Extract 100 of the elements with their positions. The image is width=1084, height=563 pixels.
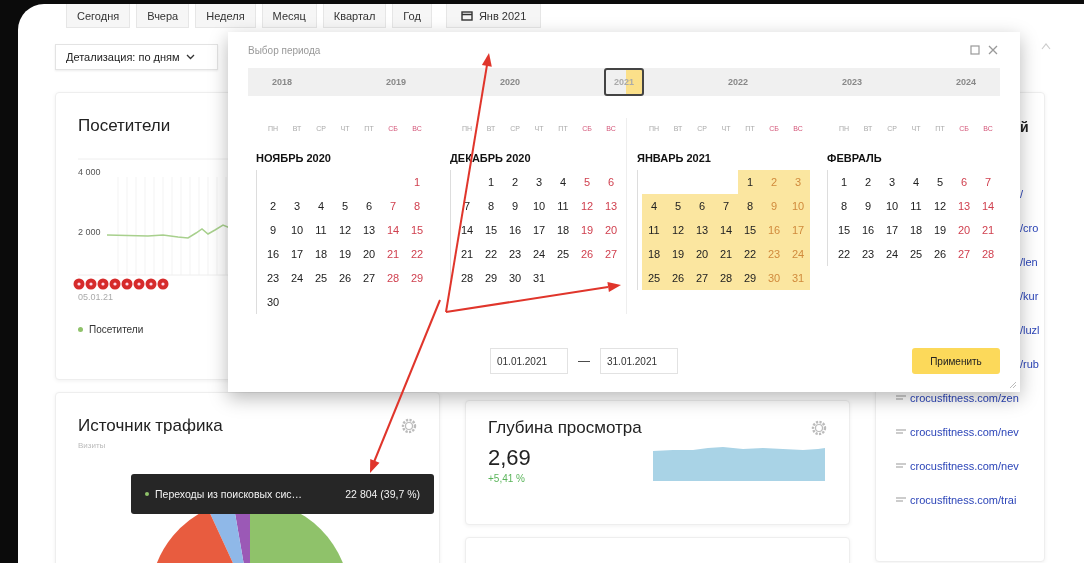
calendar-day[interactable]: 8 [405,194,429,218]
url-link[interactable]: / [1020,188,1024,200]
calendar-day[interactable]: 4 [904,170,928,194]
calendar-day[interactable]: 2 [261,194,285,218]
calendar-day[interactable]: 17 [285,242,309,266]
url-link[interactable]: /kur [1020,290,1039,302]
calendar-day[interactable]: 15 [405,218,429,242]
calendar-day[interactable]: 21 [455,242,479,266]
calendar-day[interactable]: 25 [551,242,575,266]
calendar-day[interactable]: 22 [738,242,762,266]
calendar-day[interactable]: 11 [904,194,928,218]
calendar-day[interactable]: 14 [455,218,479,242]
detail-dropdown[interactable]: Детализация: по дням [55,44,218,70]
calendar-day[interactable]: 1 [479,170,503,194]
calendar-day[interactable]: 26 [575,242,599,266]
calendar-day[interactable]: 12 [666,218,690,242]
calendar-day[interactable]: 6 [690,194,714,218]
calendar-day[interactable]: 13 [357,218,381,242]
calendar-day[interactable]: 18 [642,242,666,266]
calendar-day[interactable]: 15 [738,218,762,242]
calendar-day[interactable]: 24 [527,242,551,266]
calendar-day[interactable]: 10 [285,218,309,242]
calendar-day[interactable]: 26 [333,266,357,290]
calendar-day[interactable]: 27 [357,266,381,290]
calendar-day[interactable]: 20 [599,218,623,242]
url-link[interactable]: /rub [1020,358,1039,370]
calendar-day[interactable]: 6 [357,194,381,218]
calendar-day[interactable]: 6 [599,170,623,194]
calendar-day[interactable]: 21 [714,242,738,266]
calendar-day[interactable]: 22 [405,242,429,266]
calendar-day[interactable]: 5 [575,170,599,194]
calendar-day[interactable]: 25 [642,266,666,290]
calendar-day[interactable]: 4 [551,170,575,194]
calendar-day[interactable]: 23 [856,242,880,266]
calendar-day[interactable]: 9 [261,218,285,242]
calendar-day[interactable]: 2 [856,170,880,194]
calendar-day[interactable]: 4 [309,194,333,218]
calendar-day[interactable]: 27 [952,242,976,266]
calendar-day[interactable]: 9 [503,194,527,218]
calendar-day[interactable]: 26 [928,242,952,266]
url-link[interactable]: /luzl [1020,324,1040,336]
calendar-day[interactable]: 18 [551,218,575,242]
calendar-day[interactable]: 19 [666,242,690,266]
calendar-day[interactable]: 1 [832,170,856,194]
date-from-field[interactable]: 01.01.2021 [490,348,568,374]
calendar-day[interactable]: 17 [880,218,904,242]
period-button[interactable]: Вчера [136,4,190,28]
url-link[interactable]: /len [1020,256,1038,268]
calendar-day[interactable]: 1 [405,170,429,194]
calendar-day[interactable]: 14 [976,194,1000,218]
calendar-day[interactable]: 22 [832,242,856,266]
url-link[interactable]: /cro [1020,222,1039,234]
calendar-day[interactable]: 13 [599,194,623,218]
calendar-day[interactable]: 29 [405,266,429,290]
close-icon[interactable] [986,43,1000,57]
calendar-day[interactable]: 5 [333,194,357,218]
calendar-day[interactable]: 2 [503,170,527,194]
calendar-day[interactable]: 21 [381,242,405,266]
calendar-day[interactable]: 1 [738,170,762,194]
date-to-field[interactable]: 31.01.2021 [600,348,678,374]
calendar-day[interactable]: 28 [976,242,1000,266]
calendar-day[interactable]: 3 [880,170,904,194]
calendar-day[interactable]: 16 [503,218,527,242]
calendar-day[interactable]: 5 [928,170,952,194]
calendar-day[interactable]: 20 [357,242,381,266]
calendar-day[interactable]: 5 [666,194,690,218]
calendar-day[interactable]: 21 [976,218,1000,242]
calendar-day[interactable]: 25 [904,242,928,266]
calendar-day[interactable]: 25 [309,266,333,290]
calendar-day[interactable]: 12 [928,194,952,218]
calendar-day[interactable]: 23 [261,266,285,290]
calendar-day[interactable]: 23 [503,242,527,266]
calendar-day[interactable]: 12 [333,218,357,242]
calendar-day[interactable]: 26 [666,266,690,290]
calendar-day[interactable]: 7 [976,170,1000,194]
calendar-day[interactable]: 16 [261,242,285,266]
calendar-day[interactable]: 9 [856,194,880,218]
calendar-day[interactable]: 31 [527,266,551,290]
url-link[interactable]: crocusfitness.com/zen [910,392,1019,404]
calendar-day[interactable]: 8 [479,194,503,218]
calendar-day[interactable]: 13 [952,194,976,218]
date-button[interactable]: Янв 2021 [445,4,542,28]
calendar-day[interactable]: 24 [285,266,309,290]
calendar-day[interactable]: 28 [714,266,738,290]
calendar-day[interactable]: 15 [479,218,503,242]
calendar-day[interactable]: 30 [503,266,527,290]
calendar-day[interactable]: 8 [832,194,856,218]
calendar-day[interactable]: 28 [455,266,479,290]
calendar-day[interactable]: 14 [714,218,738,242]
calendar-day[interactable]: 27 [599,242,623,266]
url-link[interactable]: crocusfitness.com/nev [910,460,1019,472]
calendar-day[interactable]: 11 [642,218,666,242]
calendar-day[interactable]: 29 [479,266,503,290]
calendar-day[interactable]: 19 [575,218,599,242]
calendar-day[interactable]: 10 [527,194,551,218]
maximize-icon[interactable] [968,43,982,57]
period-button[interactable]: Год [392,4,432,28]
calendar-day[interactable]: 12 [575,194,599,218]
calendar-day[interactable]: 18 [904,218,928,242]
calendar-day[interactable]: 4 [642,194,666,218]
